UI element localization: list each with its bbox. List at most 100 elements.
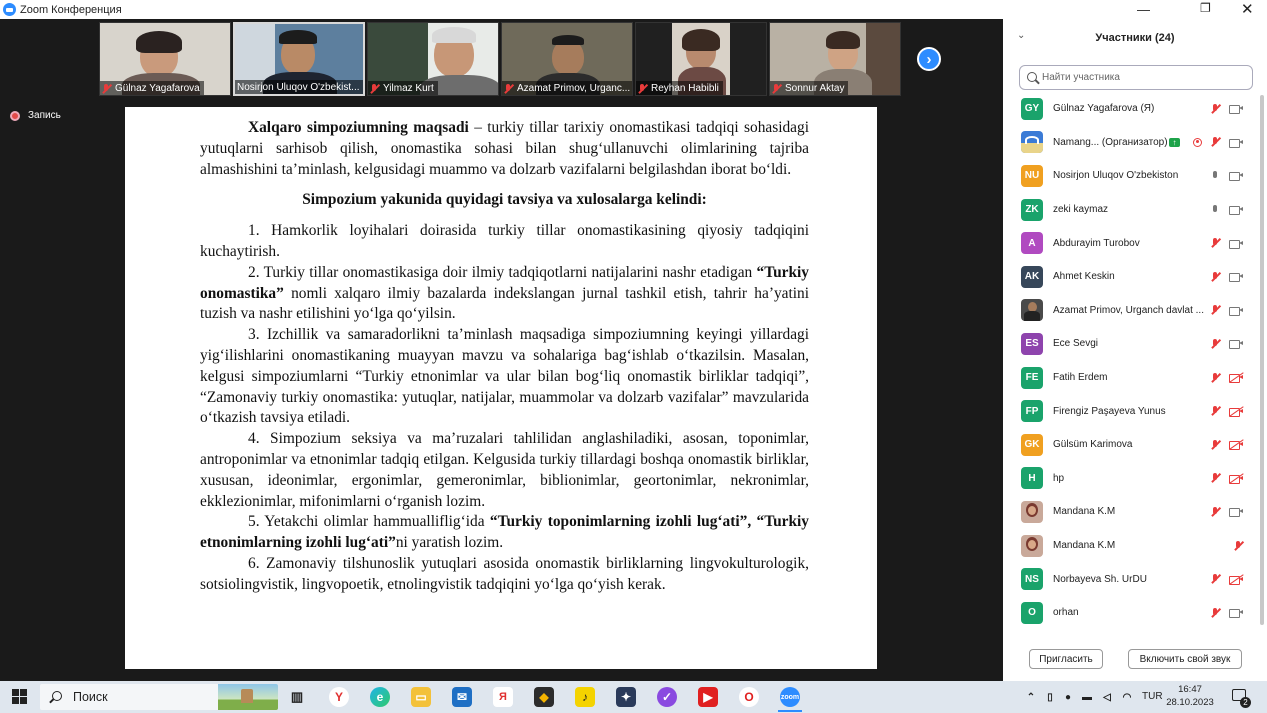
mic-muted-icon[interactable] [1211, 271, 1220, 282]
mic-muted-icon[interactable] [1211, 372, 1220, 383]
participant-row[interactable]: Azamat Primov, Urganch davlat ... [1003, 294, 1267, 328]
minimize-icon[interactable]: — [1137, 2, 1150, 17]
doc-item-5-c: ni yaratish lozim. [395, 534, 504, 552]
participant-row[interactable]: FE Fatih Erdem [1003, 361, 1267, 395]
camera-icon[interactable] [1229, 306, 1243, 316]
participant-row[interactable]: H hp [1003, 462, 1267, 496]
participant-name: Firengiz Paşayeva Yunus [1053, 405, 1166, 417]
participant-row[interactable]: ZK zeki kaymaz [1003, 193, 1267, 227]
mic-muted-icon[interactable] [1211, 137, 1220, 147]
unmute-self-button[interactable]: Включить свой звук [1128, 649, 1242, 669]
wifi-icon[interactable]: ◠ [1117, 687, 1137, 707]
mic-muted-icon [370, 83, 379, 94]
participant-row[interactable]: Mandana K.M [1003, 529, 1267, 563]
close-icon[interactable]: ✕ [1241, 0, 1254, 18]
invite-button[interactable]: Пригласить [1029, 649, 1103, 669]
shield-app-icon[interactable]: ◆ [534, 687, 554, 707]
shared-screen: Xalqaro simpoziumning maqsadi – turkiy t… [0, 99, 1003, 681]
camera-off-icon[interactable] [1229, 439, 1244, 451]
video-tile-3[interactable]: Yilmaz Kurt [367, 22, 499, 96]
camera-icon[interactable] [1229, 104, 1243, 115]
doc-item-1: 1. Hamkorlik loyihalari doirasida turkiy… [200, 222, 809, 260]
camera-off-icon[interactable] [1229, 573, 1244, 585]
camera-icon[interactable] [1229, 507, 1243, 518]
tile-name: Reyhan Habibli [651, 83, 719, 94]
camera-icon[interactable] [1229, 239, 1243, 249]
mic-muted-icon[interactable] [1211, 238, 1220, 248]
participant-row[interactable]: Mandana K.M [1003, 495, 1267, 529]
messenger-icon[interactable]: ✓ [657, 687, 677, 707]
mail-icon[interactable]: ✉ [452, 687, 472, 707]
camera-icon[interactable] [1229, 272, 1243, 283]
battery-icon[interactable]: ▬ [1077, 687, 1097, 707]
participant-name: Fatih Erdem [1053, 372, 1108, 384]
participant-row[interactable]: GK Gülsüm Karimova [1003, 428, 1267, 462]
notification-count-badge: 2 [1240, 697, 1251, 708]
participant-row[interactable]: FP Firengiz Paşayeva Yunus [1003, 394, 1267, 428]
video-tile-1[interactable]: Gülnaz Yagafarova [99, 22, 231, 96]
video-tile-5[interactable]: Reyhan Habibli [635, 22, 767, 96]
camera-off-icon[interactable] [1229, 372, 1244, 384]
doc-item-3: 3. Izchillik va samaradorlikni ta’minlas… [200, 326, 809, 427]
mic-muted-icon[interactable] [1211, 305, 1220, 315]
participant-row[interactable]: Namang... (Организатор) ↑ [1003, 126, 1267, 160]
participant-name: Gülnaz Yagafarova (Я) [1053, 103, 1155, 115]
video-tile-4[interactable]: Azamat Primov, Urganc... [501, 22, 633, 96]
mic-icon[interactable] [1211, 204, 1220, 215]
camera-off-icon[interactable] [1229, 405, 1244, 417]
yandex-browser-icon[interactable]: Y [329, 687, 349, 707]
camera-icon[interactable] [1229, 205, 1243, 216]
mic-muted-icon[interactable] [1234, 540, 1243, 551]
mic-muted-icon[interactable] [1211, 574, 1220, 584]
file-explorer-icon[interactable]: ▭ [411, 687, 431, 707]
mic-muted-icon[interactable] [1211, 506, 1220, 517]
camera-icon[interactable] [1229, 171, 1243, 182]
maximize-icon[interactable]: ❐ [1200, 1, 1211, 15]
participant-row[interactable]: NU Nosirjon Uluqov O'zbekiston [1003, 159, 1267, 193]
edge-icon[interactable]: e [370, 687, 390, 707]
participant-row[interactable]: ES Ece Sevgi [1003, 327, 1267, 361]
yandex-music-icon[interactable]: ♪ [575, 687, 595, 707]
avatar: GY [1021, 97, 1043, 120]
avatar: ES [1021, 332, 1043, 355]
participant-row[interactable]: NS Norbayeva Sh. UrDU [1003, 562, 1267, 596]
camera-icon[interactable] [1229, 339, 1243, 350]
avatar [1021, 299, 1043, 322]
mic-muted-icon[interactable] [1211, 473, 1220, 483]
taskbar-clock[interactable]: 16:47 28.10.2023 [1158, 683, 1222, 709]
taskbar-search-input[interactable]: Поиск [40, 684, 278, 710]
participant-name: Ece Sevgi [1053, 338, 1099, 350]
participant-search-input[interactable]: Найти участника [1019, 65, 1253, 90]
chevron-up-icon[interactable]: ⌃ [1021, 687, 1041, 707]
mic-icon[interactable] [1211, 170, 1220, 181]
participant-row[interactable]: GY Gülnaz Yagafarova (Я) [1003, 92, 1267, 126]
doc-item-4: 4. Simpozium seksiya va ma’ruzalari tahl… [200, 430, 809, 510]
task-view-icon[interactable]: ▥ [287, 687, 307, 707]
windows-start-icon[interactable] [12, 689, 27, 704]
opera-icon[interactable]: O [739, 687, 759, 707]
camera-icon[interactable] [1229, 608, 1243, 619]
zoom-app-icon[interactable]: zoom [780, 687, 800, 707]
participant-row[interactable]: A Abdurayim Turobov [1003, 226, 1267, 260]
camera-icon[interactable] [1229, 138, 1243, 148]
participant-row[interactable]: AK Ahmet Keskin [1003, 260, 1267, 294]
participant-list-scrollbar[interactable] [1260, 95, 1264, 625]
camera-off-icon[interactable] [1229, 473, 1244, 484]
mic-muted-icon[interactable] [1211, 607, 1220, 618]
microphone-icon[interactable]: ● [1058, 687, 1078, 707]
mic-muted-icon[interactable] [1211, 439, 1220, 450]
video-tile-6[interactable]: Sonnur Aktay [769, 22, 901, 96]
game-icon[interactable]: ✦ [616, 687, 636, 707]
mic-muted-icon[interactable] [1211, 338, 1220, 349]
mic-muted-icon[interactable] [1211, 103, 1220, 114]
youtube-icon[interactable]: ▶ [698, 687, 718, 707]
recording-indicator[interactable]: Запись [10, 110, 61, 121]
mic-muted-icon[interactable] [1211, 406, 1220, 416]
device-icon[interactable]: ▯ [1040, 687, 1060, 707]
next-videos-button[interactable]: › [917, 47, 941, 71]
speaker-icon[interactable]: ◁ [1097, 687, 1117, 707]
yandex-icon[interactable]: Я [493, 687, 513, 707]
video-tile-2[interactable]: Nosirjon Uluqov O'zbekist... [233, 22, 365, 96]
avatar [1021, 534, 1043, 557]
participant-row[interactable]: O orhan [1003, 596, 1267, 630]
